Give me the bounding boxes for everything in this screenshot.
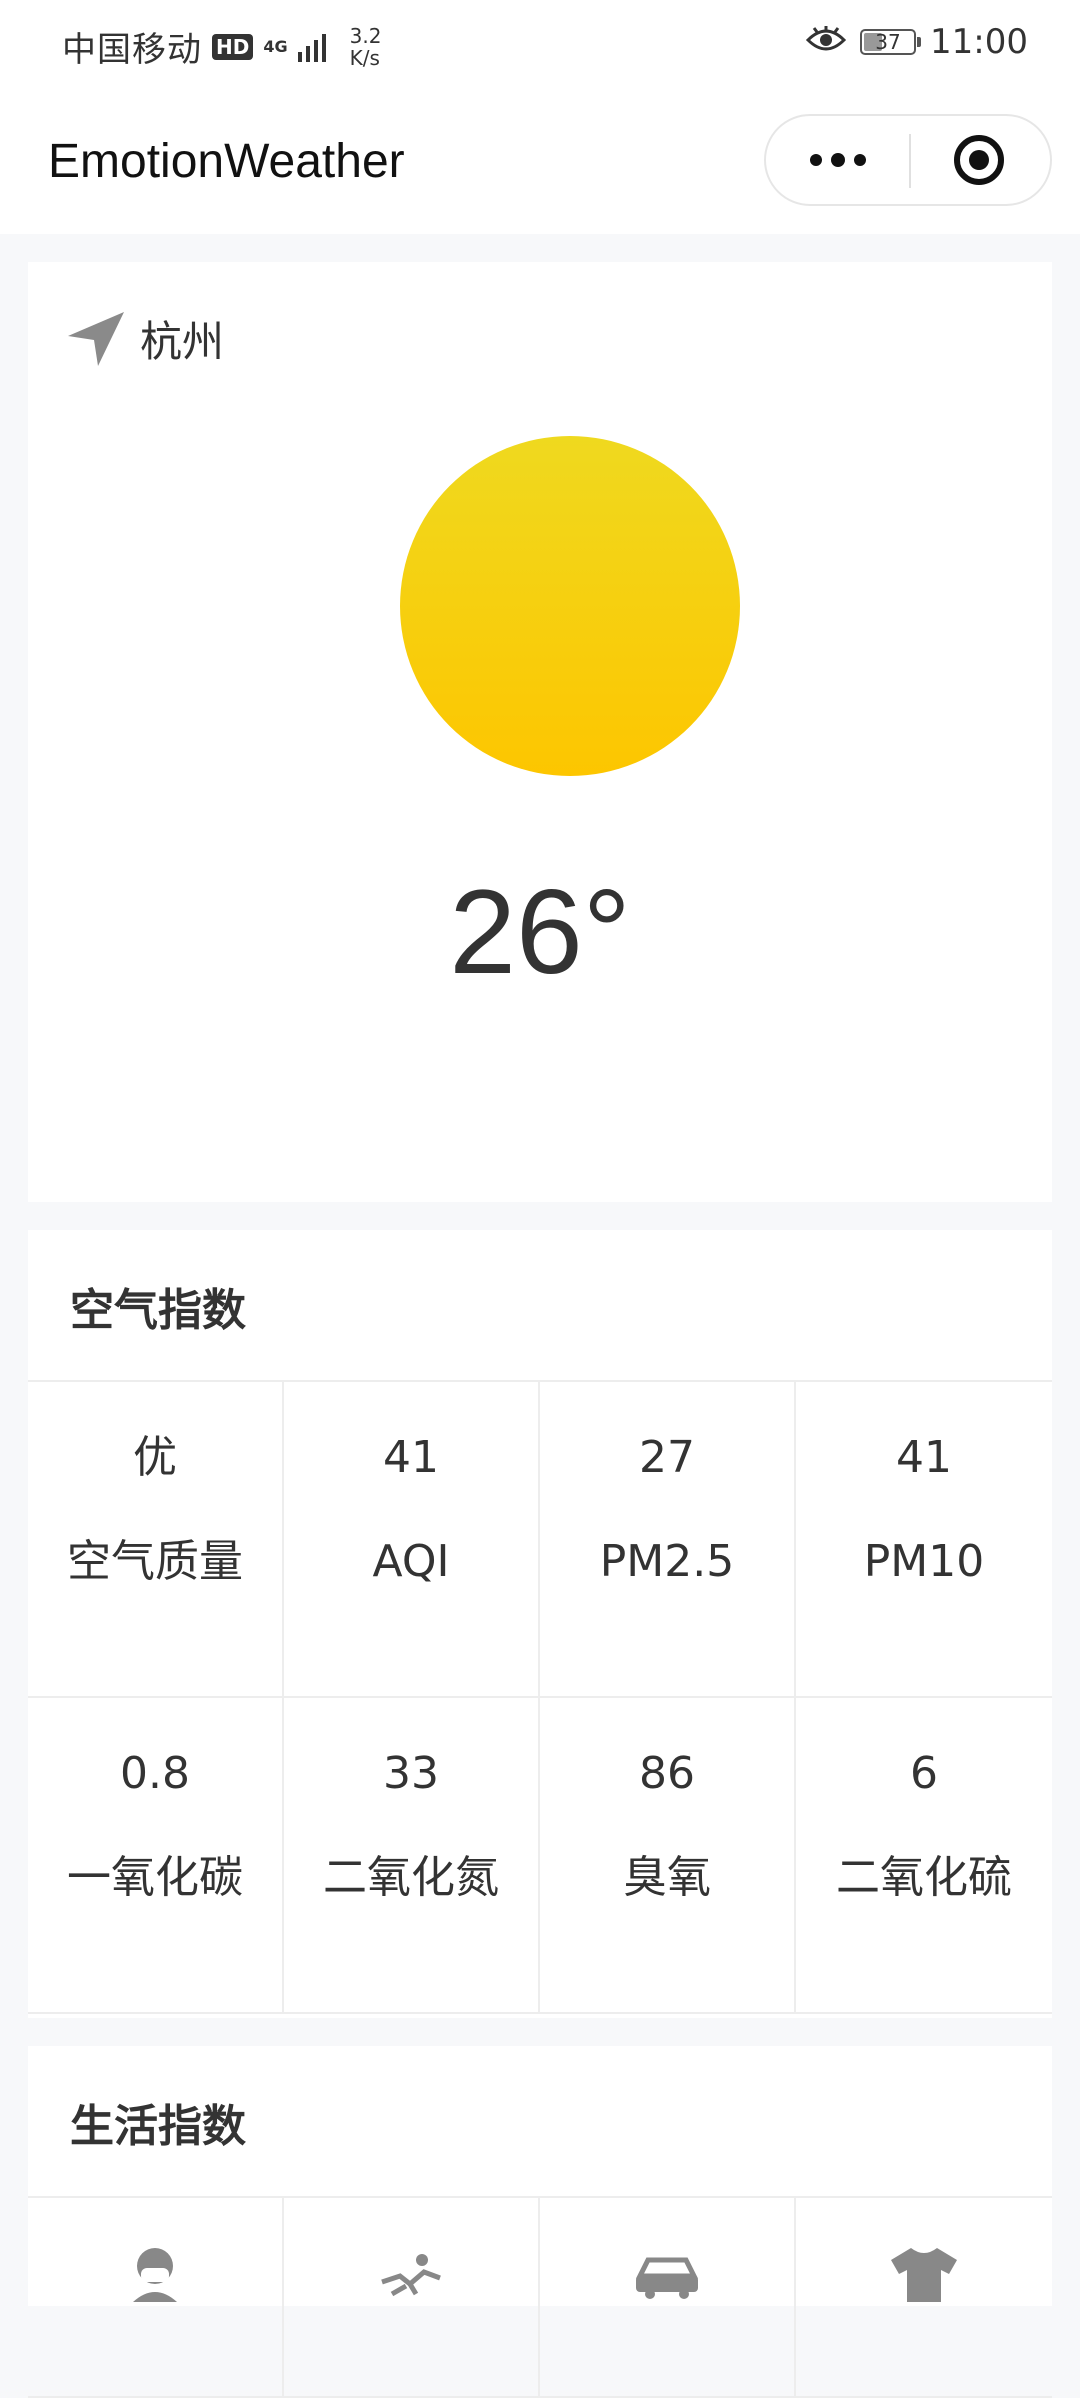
sun-icon — [400, 436, 740, 776]
navigation-bar: EmotionWeather — [0, 96, 1080, 234]
air-index-card: 空气指数 优 空气质量 41 AQI 27 PM2.5 41 PM10 0.8 … — [28, 1230, 1052, 2018]
air-value: 优 — [133, 1432, 177, 1483]
air-value: 0.8 — [120, 1748, 190, 1799]
life-index-card: 生活指数 — [28, 2046, 1052, 2398]
air-label: 二氧化氮 — [323, 1852, 499, 1903]
page-title: EmotionWeather — [48, 135, 405, 188]
life-index-grid — [28, 2196, 1052, 2398]
clock: 11:00 — [930, 22, 1028, 62]
signal-icon — [297, 32, 332, 62]
temperature: 26° — [449, 865, 631, 999]
battery-level: 37 — [875, 30, 901, 54]
life-item[interactable] — [796, 2198, 1052, 2398]
exercise-icon — [376, 2254, 446, 2306]
hd-badge: HD — [212, 33, 254, 60]
more-dots-icon — [809, 153, 866, 167]
status-bar: 中国移动 HD 4G 3.2 K/s 37 11:00 — [0, 0, 1080, 96]
more-button[interactable] — [766, 116, 909, 204]
air-label: PM2.5 — [599, 1536, 735, 1587]
mini-program-capsule — [764, 114, 1052, 206]
tshirt-icon — [887, 2248, 961, 2306]
air-item-pm25: 27 PM2.5 — [540, 1382, 796, 1698]
air-item-no2: 33 二氧化氮 — [284, 1698, 540, 2014]
air-index-grid: 优 空气质量 41 AQI 27 PM2.5 41 PM10 0.8 一氧化碳 … — [28, 1380, 1052, 2014]
section-title-air: 空气指数 — [70, 1285, 246, 1336]
air-value: 41 — [896, 1432, 952, 1483]
air-value: 33 — [383, 1748, 439, 1799]
location[interactable]: 杭州 — [66, 308, 224, 369]
life-item[interactable] — [284, 2198, 540, 2398]
close-button[interactable] — [907, 116, 1050, 204]
weather-card: 杭州 26° — [28, 262, 1052, 1202]
carrier-name: 中国移动 — [62, 30, 202, 70]
status-right: 37 11:00 — [805, 22, 1028, 62]
car-icon — [630, 2257, 704, 2306]
section-title-life: 生活指数 — [70, 2101, 246, 2152]
air-label: 一氧化碳 — [67, 1852, 243, 1903]
air-item-so2: 6 二氧化硫 — [796, 1698, 1052, 2014]
life-item[interactable] — [28, 2198, 284, 2398]
air-value: 41 — [383, 1432, 439, 1483]
air-item-aqi: 41 AQI — [284, 1382, 540, 1698]
air-item-quality: 优 空气质量 — [28, 1382, 284, 1698]
speed-unit: K/s — [349, 45, 380, 70]
life-item[interactable] — [540, 2198, 796, 2398]
air-label: 臭氧 — [623, 1852, 711, 1903]
target-close-icon — [953, 135, 1004, 185]
air-label: 二氧化硫 — [836, 1852, 1012, 1903]
air-value: 27 — [639, 1432, 695, 1483]
mask-person-icon — [125, 2248, 185, 2306]
status-left: 中国移动 HD 4G 3.2 K/s — [62, 22, 381, 71]
network-speed: 3.2 K/s — [350, 25, 382, 69]
location-name: 杭州 — [140, 317, 225, 366]
air-item-o3: 86 臭氧 — [540, 1698, 796, 2014]
location-arrow-icon — [68, 311, 124, 366]
air-label: PM10 — [863, 1536, 985, 1587]
air-item-pm10: 41 PM10 — [796, 1382, 1052, 1698]
air-value: 86 — [639, 1748, 695, 1799]
speed-value: 3.2 — [349, 23, 382, 48]
air-label: 空气质量 — [67, 1536, 243, 1587]
eye-icon — [805, 26, 847, 58]
network-type: 4G — [263, 36, 288, 56]
battery-icon: 37 — [860, 29, 922, 55]
air-label: AQI — [372, 1536, 450, 1587]
air-item-co: 0.8 一氧化碳 — [28, 1698, 284, 2014]
air-value: 6 — [910, 1748, 938, 1799]
